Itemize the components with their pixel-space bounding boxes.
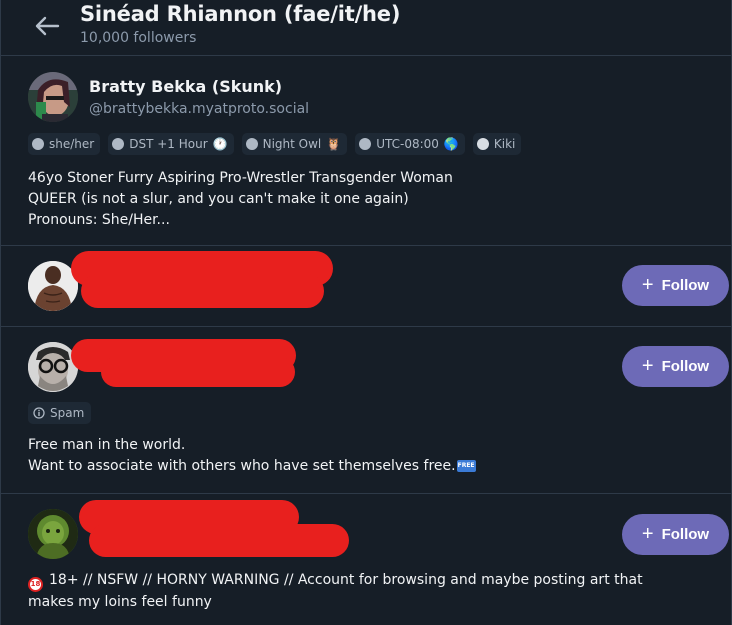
- info-icon: [33, 407, 45, 419]
- tag-chip[interactable]: DST +1 Hour 🕐: [108, 133, 234, 155]
- profile-card[interactable]: + Follow Spam Free man in the world. Wan…: [1, 327, 732, 494]
- profile-handle: @brattybekka.myatproto.social: [89, 101, 310, 117]
- follow-label: Follow: [661, 277, 710, 294]
- bio-text: Want to associate with others who have s…: [28, 458, 456, 474]
- bio-line: makes my loins feel funny: [28, 594, 212, 610]
- tag-chip[interactable]: Night Owl 🦉: [241, 133, 348, 155]
- follow-label: Follow: [661, 358, 710, 375]
- bio-line: Free man in the world.: [28, 437, 186, 453]
- avatar[interactable]: [28, 509, 78, 559]
- bio-line: QUEER (is not a slur, and you can't make…: [28, 191, 409, 207]
- followers-panel: Sinéad Rhiannon (fae/it/he) 10,000 follo…: [0, 0, 732, 625]
- label-icon: [32, 138, 44, 150]
- follow-label: Follow: [661, 526, 710, 543]
- tag-chip[interactable]: Kiki: [472, 133, 522, 155]
- clock-icon: 🕐: [212, 137, 228, 151]
- avatar[interactable]: [28, 72, 78, 122]
- label-icon: [245, 138, 258, 150]
- redacted-handle: [81, 274, 324, 308]
- plus-icon: +: [641, 273, 654, 296]
- back-button[interactable]: [33, 12, 61, 40]
- profile-card[interactable]: + Follow: [1, 246, 732, 327]
- plus-icon: +: [641, 522, 654, 545]
- tag-label: Night Owl: [262, 137, 322, 151]
- label-icon: [476, 138, 489, 150]
- spam-label: Spam: [50, 406, 85, 420]
- follow-button[interactable]: + Follow: [622, 265, 729, 306]
- tag-label: Kiki: [493, 137, 516, 151]
- profile-tags: she/her DST +1 Hour 🕐 Night Owl 🦉 UTC-08…: [28, 133, 522, 155]
- profile-bio: 18 18+ // NSFW // HORNY WARNING // Accoun…: [28, 570, 643, 613]
- plus-icon: +: [641, 354, 654, 377]
- redacted-handle: [101, 357, 295, 387]
- redacted-handle: [89, 524, 349, 557]
- profile-card[interactable]: + Follow 18 18+ // NSFW // HORNY WARNING …: [1, 494, 732, 625]
- avatar[interactable]: [28, 342, 78, 392]
- no-under-18-icon: 18: [28, 577, 43, 592]
- tag-chip[interactable]: she/her: [28, 133, 101, 155]
- owl-icon: 🦉: [326, 137, 342, 151]
- label-icon: [359, 138, 372, 150]
- follower-count: 10,000 followers: [80, 30, 197, 46]
- bio-line: Pronouns: She/Her...: [28, 212, 170, 228]
- profile-bio: Free man in the world. Want to associate…: [28, 435, 476, 477]
- follow-button[interactable]: + Follow: [622, 514, 729, 555]
- label-icon: [112, 138, 125, 150]
- profile-name[interactable]: Bratty Bekka (Skunk): [89, 77, 282, 96]
- bio-line: 18 18+ // NSFW // HORNY WARNING // Accoun…: [28, 570, 643, 592]
- bio-line: 46yo Stoner Furry Aspiring Pro-Wrestler …: [28, 170, 453, 186]
- tag-label: UTC-08:00: [376, 137, 439, 151]
- profile-card[interactable]: Bratty Bekka (Skunk) @brattybekka.myatpr…: [1, 57, 732, 246]
- free-button-emoji: FREE: [456, 460, 476, 472]
- tag-label: she/her: [49, 137, 95, 151]
- tag-chip[interactable]: UTC-08:00 🌎: [355, 133, 465, 155]
- arrow-left-icon: [35, 16, 60, 36]
- spam-label-chip[interactable]: Spam: [28, 402, 92, 424]
- follow-button[interactable]: + Follow: [622, 346, 729, 387]
- bio-text: 18+ // NSFW // HORNY WARNING // Account …: [49, 572, 643, 588]
- profile-bio: 46yo Stoner Furry Aspiring Pro-Wrestler …: [28, 168, 453, 231]
- globe-icon: 🌎: [443, 137, 459, 151]
- page-title: Sinéad Rhiannon (fae/it/he): [80, 2, 401, 26]
- bio-line: Want to associate with others who have s…: [28, 456, 476, 477]
- tag-label: DST +1 Hour: [129, 137, 208, 151]
- page-header: Sinéad Rhiannon (fae/it/he) 10,000 follo…: [1, 0, 732, 56]
